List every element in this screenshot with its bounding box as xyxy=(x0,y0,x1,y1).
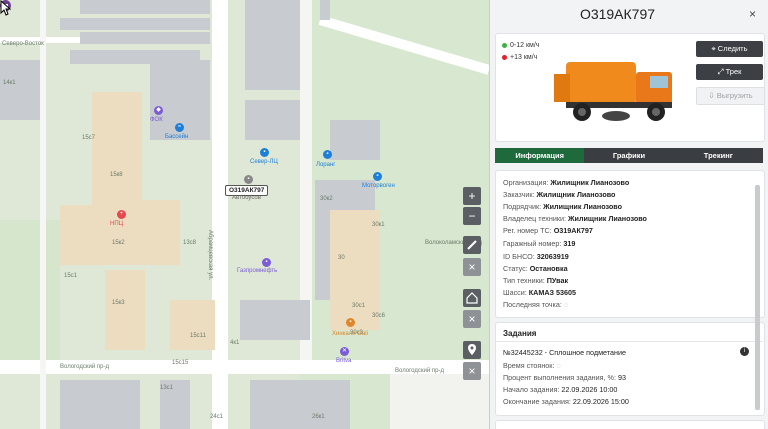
building-label: 30с6 xyxy=(372,313,386,319)
building-label: 24с1 xyxy=(210,414,224,420)
info-row: Гаражный номер: 319 xyxy=(503,239,576,248)
building-label: 30к1 xyxy=(372,222,385,228)
speed-legend-high: +13 км/ч xyxy=(502,54,537,61)
info-row: Заказчик: Жилищник Лианозово xyxy=(503,190,616,199)
street-label: Северо-Восток xyxy=(2,41,44,47)
fok-icon[interactable]: ◆ xyxy=(154,106,163,115)
info-icon[interactable]: i xyxy=(740,347,749,356)
building-label: 14к1 xyxy=(3,80,16,86)
red-dot-icon xyxy=(502,54,507,60)
pin-icon xyxy=(468,344,476,355)
map-view[interactable]: Северо-Восток Волоколамский пр-д Вологод… xyxy=(0,0,489,429)
panel-tabs: Информация Графики Трекинг xyxy=(495,148,763,163)
poi-label: НПЦ xyxy=(110,221,124,227)
building-label: 30 xyxy=(338,255,345,261)
store-icon[interactable]: ▪ xyxy=(260,148,269,157)
home-icon xyxy=(466,292,478,304)
download-icon: ⇩ xyxy=(708,91,717,100)
panel-title: О319АК797 xyxy=(579,6,656,22)
export-button[interactable]: ⇩ Выгрузить xyxy=(696,87,765,105)
vehicle-photo xyxy=(554,62,672,121)
zoom-out-button[interactable]: − xyxy=(463,207,481,225)
fuel-icon[interactable]: ▪ xyxy=(262,258,271,267)
poi-label: Лоранг xyxy=(316,162,336,168)
store-icon[interactable]: ▪ xyxy=(323,150,332,159)
building-label: 13с8 xyxy=(183,240,197,246)
ruler-icon xyxy=(467,240,477,250)
street-label: Абрамцевская ул. xyxy=(207,230,213,281)
building-label: 30к2 xyxy=(320,196,333,202)
info-row: Организация: Жилищник Лианозово xyxy=(503,178,630,187)
loading-spinner-icon: ◌ xyxy=(563,300,569,309)
speed-legend-low: 0-12 км/ч xyxy=(502,42,539,49)
building-label: 15к3 xyxy=(112,300,125,306)
divider xyxy=(495,341,763,342)
poi-label: Хинкали Gali xyxy=(332,331,368,337)
task-name[interactable]: №32445232 - Сплошное подметание xyxy=(503,348,626,357)
next-card xyxy=(495,420,765,429)
ruler-close-button[interactable]: × xyxy=(463,258,481,276)
green-dot-icon xyxy=(502,42,507,48)
building-label: 15с1 xyxy=(64,273,78,279)
ruler-button[interactable] xyxy=(463,236,481,254)
building-label: 15к8 xyxy=(110,172,123,178)
info-row: Последняя точка: ◌ xyxy=(503,300,569,309)
mouse-cursor-icon xyxy=(0,0,12,16)
building-label: 15с11 xyxy=(190,333,206,339)
vehicle-panel: О319АК797 × 0-12 км/ч +13 км/ч ⌖ Следить… xyxy=(489,0,768,429)
task-row: Окончание задания: 22.09.2026 15:00 xyxy=(503,397,629,406)
vehicle-card: 0-12 км/ч +13 км/ч ⌖ Следить ⤢ Трек ⇩ Вы… xyxy=(495,33,765,142)
home-close-button[interactable]: × xyxy=(463,310,481,328)
building-label: 30с1 xyxy=(352,303,366,309)
building-label: 15к2 xyxy=(112,240,125,246)
vehicle-label[interactable]: О319АК797 xyxy=(225,185,269,196)
scrollbar[interactable] xyxy=(755,185,760,410)
info-row: Подрядчик: Жилищник Лианозово xyxy=(503,202,623,211)
info-row: Владелец техники: Жилищник Лианозово xyxy=(503,214,647,223)
info-row: Шасси: КАМАЗ 53605 xyxy=(503,288,577,297)
pin-close-button[interactable]: × xyxy=(463,362,481,380)
info-row: Тип техники: ПУвак xyxy=(503,276,569,285)
task-row: Время стоянок: ◌ xyxy=(503,361,561,370)
barber-icon[interactable]: ✕ xyxy=(340,347,349,356)
tab-charts[interactable]: Графики xyxy=(584,148,674,163)
food-icon[interactable]: ▪ xyxy=(346,318,355,327)
pin-button[interactable] xyxy=(463,341,481,359)
street-label: Вологодский пр-д xyxy=(395,368,444,374)
pool-icon[interactable]: ≈ xyxy=(175,123,184,132)
task-row: Начало задания: 22.09.2026 10:00 xyxy=(503,385,618,394)
car-icon[interactable]: ▪ xyxy=(373,172,382,181)
building-label: 13с1 xyxy=(160,385,174,391)
home-button[interactable] xyxy=(463,289,481,307)
loading-spinner-icon: ◌ xyxy=(556,361,561,370)
building-label: 4к1 xyxy=(230,340,240,346)
building-label: 26к1 xyxy=(312,414,325,420)
poi-label: Моторвоген xyxy=(362,183,395,189)
tab-tracking[interactable]: Трекинг xyxy=(673,148,763,163)
track-icon: ⤢ xyxy=(717,67,726,76)
info-row: Рег. номер ТС: О319АК797 xyxy=(503,226,593,235)
street-label: Вологодский пр-д xyxy=(60,364,109,370)
poi-label: Бассейн xyxy=(165,134,189,140)
poi-label: Britva xyxy=(336,358,352,364)
hospital-icon[interactable]: + xyxy=(117,210,126,219)
follow-button[interactable]: ⌖ Следить xyxy=(696,41,763,57)
poi-label: Север-ЛЦ xyxy=(250,159,278,165)
poi-label: Газпромнефть xyxy=(237,268,278,274)
building-label: 15с7 xyxy=(82,135,96,141)
tasks-title: Задания xyxy=(503,329,537,338)
info-row: ID БНСО: 32063919 xyxy=(503,252,569,261)
track-button[interactable]: ⤢ Трек xyxy=(696,64,763,80)
task-row: Процент выполнения задания, %: 93 xyxy=(503,373,626,382)
bus-icon[interactable]: ▪ xyxy=(244,175,253,184)
poi-label: ФОК xyxy=(150,117,163,123)
close-icon[interactable]: × xyxy=(749,7,756,21)
zoom-in-button[interactable]: + xyxy=(463,187,481,205)
building-label: 15с15 xyxy=(172,360,189,366)
info-row: Статус: Остановка xyxy=(503,264,568,273)
tab-info[interactable]: Информация xyxy=(495,148,585,163)
